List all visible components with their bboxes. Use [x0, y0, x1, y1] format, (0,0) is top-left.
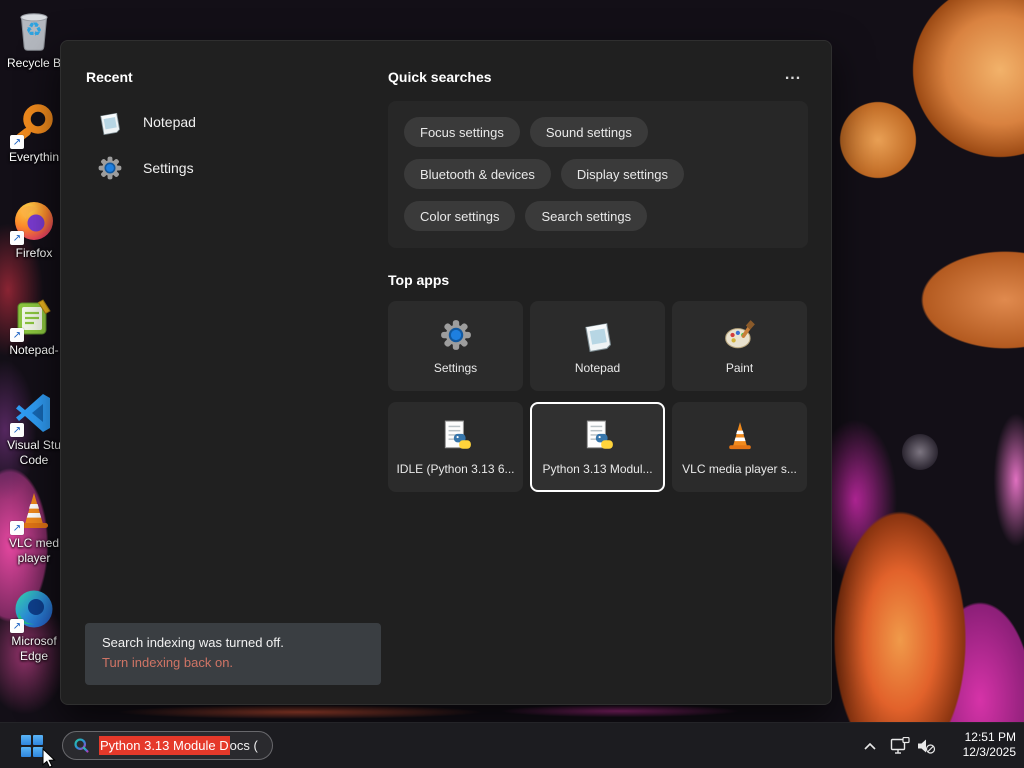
- volume-muted-icon: [918, 739, 936, 754]
- desktop-icon-label: Everythin: [8, 150, 60, 164]
- taskbar: Python 3.13 Module Docs ( 12:51 PM 12/3/…: [0, 722, 1024, 768]
- recent-section-title: Recent: [86, 69, 133, 85]
- desktop-icon-vscode[interactable]: ↗ Visual Stu Code: [2, 390, 66, 468]
- chevron-up-icon: [864, 742, 876, 750]
- tile-label: IDLE (Python 3.13 6...: [396, 462, 515, 476]
- tile-label: Notepad: [574, 361, 621, 375]
- tile-label: VLC media player s...: [682, 462, 797, 476]
- top-app-tile-paint[interactable]: Paint: [672, 301, 807, 391]
- tile-label: Settings: [433, 361, 478, 375]
- top-app-tile-python-module-docs[interactable]: Python 3.13 Modul...: [530, 402, 665, 492]
- desktop-icon-edge[interactable]: ↗ Microsof Edge: [2, 586, 66, 664]
- desktop-icon-label-line2: Code: [19, 453, 49, 467]
- recycle-icon: ♻: [25, 19, 43, 41]
- quick-searches-box: Focus settings Sound settings Bluetooth …: [388, 101, 808, 248]
- recent-item-label: Settings: [143, 160, 194, 176]
- indexing-notice-message: Search indexing was turned off.: [102, 635, 284, 650]
- indexing-notice: Search indexing was turned off. Turn ind…: [85, 623, 381, 685]
- desktop: ♻ Recycle B ↗ Everythin ↗ Firefox ↗ Note…: [0, 0, 1024, 768]
- clock-time: 12:51 PM: [964, 730, 1016, 744]
- recent-item-label: Notepad: [143, 114, 196, 130]
- recent-item-notepad[interactable]: Notepad: [85, 103, 375, 141]
- desktop-icon-label-line2: Edge: [19, 649, 49, 663]
- desktop-icon-label: VLC med: [8, 536, 60, 550]
- tray-volume-button[interactable]: [912, 731, 940, 761]
- desktop-icon-notepad-plus-plus[interactable]: ↗ Notepad-: [2, 295, 66, 358]
- settings-gear-icon: [440, 320, 471, 350]
- start-button[interactable]: [12, 726, 52, 766]
- desktop-icon-label: Recycle B: [6, 56, 62, 70]
- top-app-tile-vlc[interactable]: VLC media player s...: [672, 402, 807, 492]
- desktop-icon-recycle-bin[interactable]: ♻ Recycle B: [2, 8, 66, 71]
- tray-network-button[interactable]: [886, 731, 914, 761]
- quick-searches-title: Quick searches: [388, 69, 492, 85]
- desktop-icon-everything[interactable]: ↗ Everythin: [2, 102, 66, 165]
- desktop-icon-label: Firefox: [15, 246, 53, 260]
- settings-gear-icon: [98, 156, 122, 180]
- search-query-selected-text: Python 3.13 Module D: [99, 736, 230, 755]
- top-app-tile-settings[interactable]: Settings: [388, 301, 523, 391]
- top-apps-grid: Settings Notepad Paint IDLE (Python 3.13…: [388, 301, 808, 492]
- search-icon: [74, 738, 89, 753]
- search-query-text: Python 3.13 Module Docs (: [99, 736, 258, 755]
- paint-icon: [724, 320, 755, 349]
- quick-search-pill[interactable]: Bluetooth & devices: [404, 159, 551, 189]
- shortcut-arrow-icon: ↗: [10, 423, 24, 437]
- search-query-rest-text: ocs (: [229, 738, 258, 753]
- top-app-tile-notepad[interactable]: Notepad: [530, 301, 665, 391]
- turn-indexing-on-link[interactable]: Turn indexing back on.: [102, 652, 364, 673]
- python-doc-icon: [444, 420, 471, 449]
- more-options-button[interactable]: ...: [775, 63, 811, 87]
- tile-label: Paint: [725, 361, 754, 375]
- shortcut-arrow-icon: ↗: [10, 521, 24, 535]
- desktop-icon-label: Visual Stu: [7, 438, 61, 452]
- desktop-icon-label: Notepad-: [9, 343, 59, 357]
- shortcut-arrow-icon: ↗: [10, 328, 24, 342]
- quick-search-pill[interactable]: Sound settings: [529, 117, 648, 147]
- taskbar-search-input[interactable]: Python 3.13 Module Docs (: [62, 731, 273, 760]
- windows-logo-icon: [21, 735, 43, 757]
- top-app-tile-idle-python[interactable]: IDLE (Python 3.13 6...: [388, 402, 523, 492]
- quick-search-pill[interactable]: Search settings: [525, 201, 648, 231]
- shortcut-arrow-icon: ↗: [10, 231, 24, 245]
- desktop-icon-label-line2: player: [17, 551, 51, 565]
- desktop-icon-vlc[interactable]: ↗ VLC med player: [2, 488, 66, 566]
- quick-search-pill[interactable]: Display settings: [560, 159, 684, 189]
- clock[interactable]: 12:51 PM 12/3/2025: [963, 730, 1016, 760]
- tile-label: Python 3.13 Modul...: [542, 462, 653, 476]
- vlc-cone-icon: [728, 422, 751, 450]
- quick-search-pill[interactable]: Color settings: [404, 201, 516, 231]
- recent-item-settings[interactable]: Settings: [85, 149, 375, 187]
- top-apps-title: Top apps: [388, 272, 450, 288]
- network-ethernet-icon: [890, 737, 910, 754]
- shortcut-arrow-icon: ↗: [10, 135, 24, 149]
- python-doc-icon: [586, 420, 613, 449]
- quick-search-pill[interactable]: Focus settings: [404, 117, 520, 147]
- tray-chevron-up-button[interactable]: [856, 731, 884, 761]
- notepad-icon: [100, 112, 120, 135]
- desktop-icon-firefox[interactable]: ↗ Firefox: [2, 198, 66, 261]
- search-flyout-panel: Recent Notepad Settings Quick searches .…: [60, 40, 832, 705]
- clock-date: 12/3/2025: [962, 745, 1016, 759]
- desktop-icon-label: Microsof: [11, 634, 57, 648]
- shortcut-arrow-icon: ↗: [10, 619, 24, 633]
- notepad-icon: [584, 323, 611, 352]
